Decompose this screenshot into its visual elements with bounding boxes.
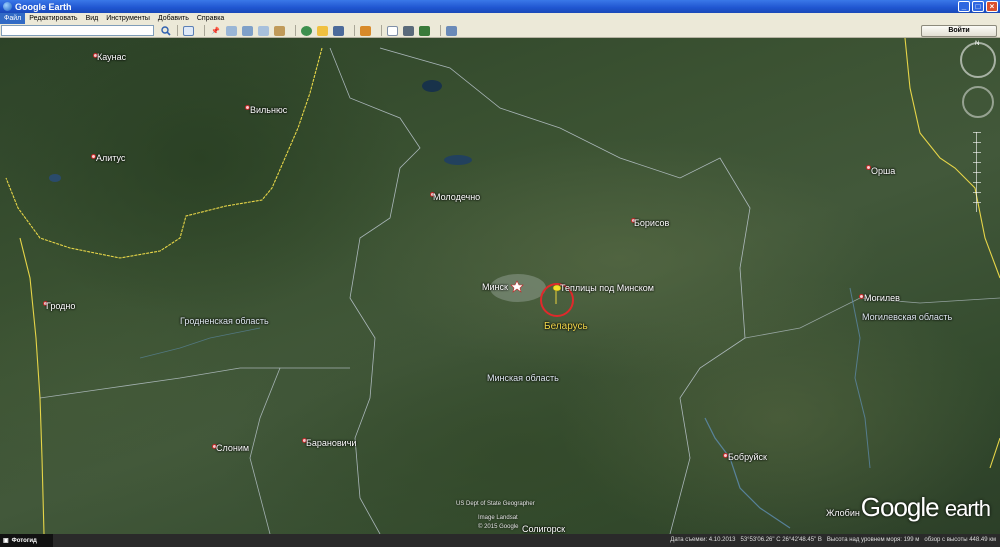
ruler-icon[interactable] (360, 25, 371, 36)
zoom-slider[interactable] (973, 132, 982, 212)
search-icon[interactable] (160, 25, 172, 36)
coordinates: 53°53'06.26" С 26°42'48.45" В (740, 537, 822, 543)
title-bar: Google Earth _ □ × (0, 0, 1000, 13)
search-input[interactable] (1, 25, 154, 36)
move-control[interactable] (962, 86, 994, 118)
toolbar-separator (354, 25, 355, 36)
elevation: Высота над уровнем моря: 199 м (826, 537, 920, 543)
globe-icon (3, 2, 12, 11)
camera-icon: ▣ (3, 538, 9, 544)
eye-altitude: обзор с высоты 448.49 км (924, 537, 996, 543)
sidebar-toggle-icon[interactable] (183, 25, 194, 36)
toolbar-separator (381, 25, 382, 36)
window-controls: _ □ × (958, 1, 998, 12)
polygon-icon[interactable] (226, 25, 237, 36)
region-label-mogilev-oblast[interactable]: Могилевская область (862, 312, 952, 322)
toolbar-separator (177, 25, 178, 36)
region-label-minsk-oblast[interactable]: Минская область (487, 373, 559, 383)
photo-tour-tab[interactable]: ▣ Фотогид (0, 534, 53, 547)
email-icon[interactable] (387, 25, 398, 36)
minimize-button[interactable]: _ (958, 1, 970, 12)
city-label-orsha[interactable]: Орша (871, 166, 895, 176)
credits-line: © 2015 Google (478, 524, 519, 530)
city-label-vilnius[interactable]: Вильнюс (250, 105, 287, 115)
city-label-minsk[interactable]: Минск (482, 282, 508, 292)
image-overlay-icon[interactable] (258, 25, 269, 36)
menu-file[interactable]: Файл (0, 13, 26, 24)
menu-help[interactable]: Справка (193, 13, 228, 24)
record-tour-icon[interactable] (274, 25, 285, 36)
earth-gallery-icon[interactable] (446, 25, 457, 36)
window-title: Google Earth (15, 1, 72, 12)
north-indicator: N (975, 41, 980, 47)
map-view[interactable]: Каунас Вильнюс Алитус Молодечно Борисов … (0, 38, 1000, 534)
imagery-date: Дата съемки: 4.10.2013 (670, 537, 736, 543)
toolbar-separator (295, 25, 296, 36)
city-label-molodechno[interactable]: Молодечно (433, 192, 480, 202)
toolbar-separator (440, 25, 441, 36)
city-label-alytus[interactable]: Алитус (96, 153, 125, 163)
placemark-label[interactable]: Теплицы под Минском (560, 283, 654, 293)
country-label[interactable]: Беларусь (544, 321, 588, 332)
historical-imagery-icon[interactable] (301, 25, 312, 36)
city-label-zhlobin[interactable]: Жлобин (826, 508, 860, 518)
city-label-mogilev[interactable]: Могилев (864, 293, 900, 303)
status-bar: ▣ Фотогид Дата съемки: 4.10.2013 53°53'0… (0, 534, 1000, 547)
close-button[interactable]: × (986, 1, 998, 12)
view-in-maps-icon[interactable] (419, 25, 430, 36)
menu-view[interactable]: Вид (82, 13, 103, 24)
city-label-slonim[interactable]: Слоним (216, 443, 249, 453)
google-earth-logo: Google earth (860, 492, 991, 522)
sign-in-button[interactable]: Войти (921, 25, 997, 37)
planets-icon[interactable] (333, 25, 344, 36)
credits-line: US Dept of State Geographer (456, 501, 535, 507)
region-label-grodno-oblast[interactable]: Гродненская область (180, 316, 269, 326)
status-readout: Дата съемки: 4.10.2013 53°53'06.26" С 26… (670, 537, 996, 543)
placemark-icon[interactable]: 📌 (210, 26, 221, 36)
city-label-borisov[interactable]: Борисов (634, 218, 669, 228)
menu-edit[interactable]: Редактировать (25, 13, 81, 24)
city-label-baranovichi[interactable]: Барановичи (306, 438, 356, 448)
city-label-kaunas[interactable]: Каунас (97, 52, 126, 62)
menu-bar: Файл Редактировать Вид Инструменты Добав… (0, 13, 1000, 24)
print-icon[interactable] (403, 25, 414, 36)
maximize-button[interactable]: □ (972, 1, 984, 12)
path-icon[interactable] (242, 25, 253, 36)
toolbar-separator (204, 25, 205, 36)
menu-tools[interactable]: Инструменты (102, 13, 154, 24)
menu-add[interactable]: Добавить (154, 13, 193, 24)
credits-line: Image Landsat (478, 515, 518, 521)
toolbar: 📌 Войти (0, 24, 1000, 38)
city-label-bobruisk[interactable]: Бобруйск (728, 452, 767, 462)
city-label-grodno[interactable]: Гродно (46, 301, 75, 311)
city-label-soligorsk[interactable]: Солигорск (522, 524, 565, 534)
look-control[interactable]: N (960, 41, 996, 78)
sun-icon[interactable] (317, 25, 328, 36)
google-earth-window: Google Earth _ □ × Файл Редактировать Ви… (0, 0, 1000, 547)
